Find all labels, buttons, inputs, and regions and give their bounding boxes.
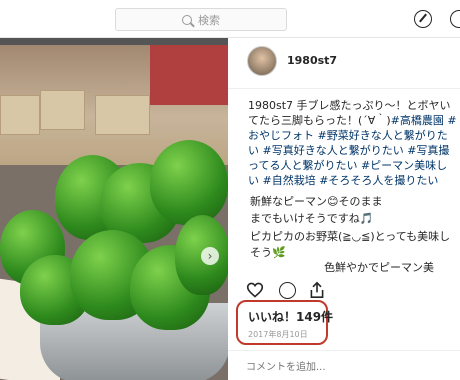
comment-line-2: までもいけそうですね🎵 bbox=[250, 212, 374, 225]
comment-icon[interactable] bbox=[279, 282, 296, 299]
top-nav: 検索 bbox=[0, 0, 460, 38]
post-date: 2017年8月10日 bbox=[248, 330, 308, 339]
comment-line-4: 色鮮やかでピーマン美 bbox=[324, 261, 434, 274]
next-photo-button[interactable]: › bbox=[201, 247, 219, 265]
search-box[interactable]: 検索 bbox=[115, 8, 287, 31]
red-box bbox=[150, 45, 228, 105]
avatar[interactable] bbox=[247, 46, 277, 76]
post-username[interactable]: 1980st7 bbox=[287, 54, 337, 67]
add-comment-input[interactable] bbox=[246, 358, 446, 376]
like-count[interactable]: いいね！149件 bbox=[248, 308, 333, 325]
activity-icon[interactable] bbox=[450, 10, 460, 28]
compass-icon[interactable] bbox=[414, 10, 432, 28]
divider bbox=[228, 88, 460, 89]
post-header: 1980st7 bbox=[228, 38, 460, 88]
search-placeholder: 検索 bbox=[198, 13, 220, 27]
post-photo: › bbox=[0, 45, 228, 380]
post-panel: 1980st7 1980st7 手ブレ感たっぷり〜！とボヤいてたら三脚もらった！… bbox=[228, 38, 460, 380]
pepper bbox=[150, 140, 228, 225]
crate bbox=[95, 95, 150, 135]
comment-line-1: 新鮮なピーマン😊そのまま bbox=[250, 195, 383, 208]
post-caption: 1980st7 手ブレ感たっぷり〜！とボヤいてたら三脚もらった！(´∀｀)#高橋… bbox=[248, 98, 458, 188]
crate bbox=[40, 90, 85, 130]
crate bbox=[0, 95, 40, 135]
divider bbox=[228, 350, 460, 351]
search-icon bbox=[182, 14, 192, 25]
share-icon[interactable] bbox=[309, 281, 325, 299]
caption-username[interactable]: 1980st7 bbox=[248, 99, 293, 112]
comment-line-3: ピカピカのお野菜(≧◡≦)とっても美味しそう🌿 bbox=[250, 230, 451, 259]
heart-icon[interactable] bbox=[246, 282, 264, 298]
